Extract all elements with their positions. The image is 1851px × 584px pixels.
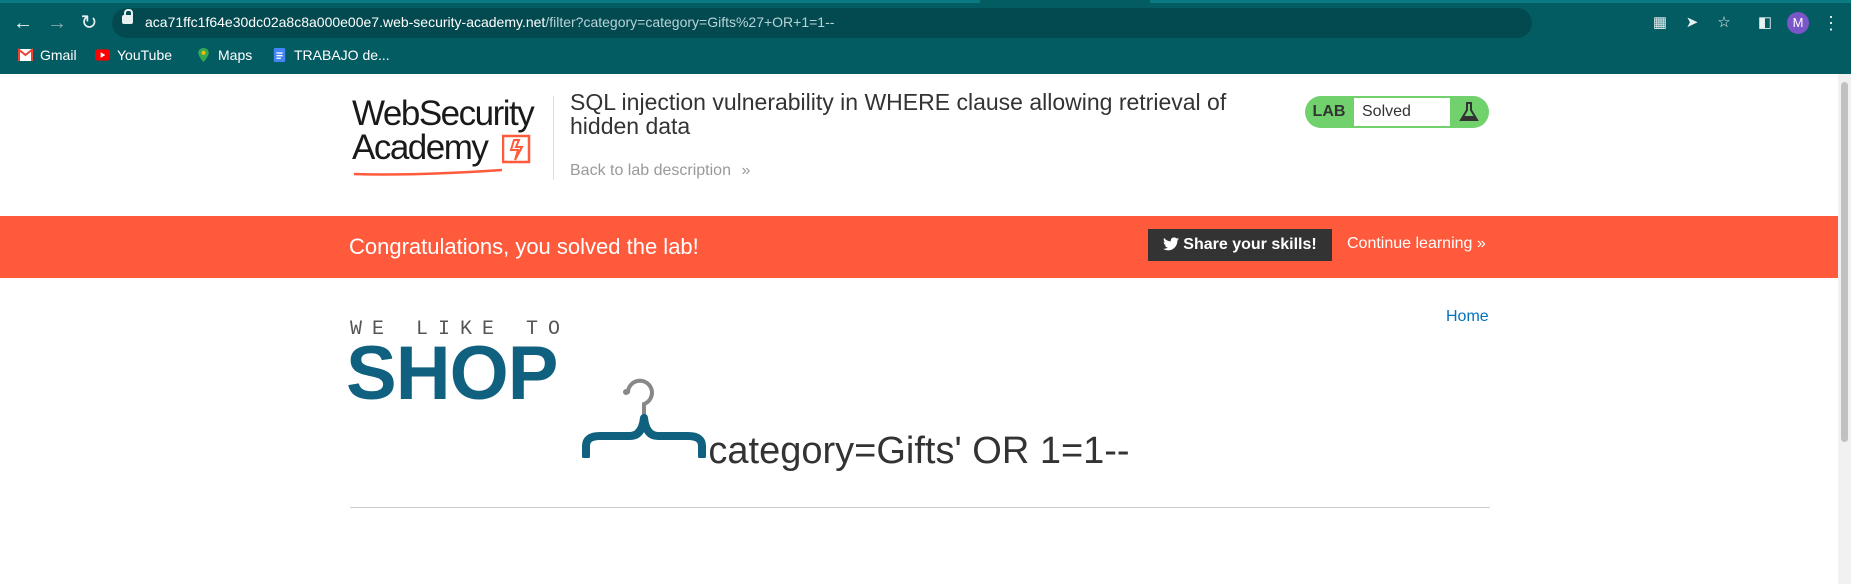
sidepanel-icon[interactable]: ◧ xyxy=(1754,12,1776,34)
browser-chrome: ← → ↻ aca71ffc1f64e30dc02a8c8a000e00e7.w… xyxy=(0,0,1851,74)
share-label: Share your skills! xyxy=(1183,236,1317,253)
gmail-icon xyxy=(18,48,33,61)
scrollbar-thumb[interactable] xyxy=(1841,82,1848,442)
menu-icon[interactable]: ⋮ xyxy=(1822,12,1840,34)
logo-line2: Academy xyxy=(352,128,489,167)
chevron-double-right-icon: » xyxy=(1476,235,1486,252)
bookmark-trabajo[interactable]: TRABAJO de... xyxy=(272,44,390,66)
logo-line1: WebSecurity xyxy=(352,94,535,133)
forward-icon[interactable]: → xyxy=(44,10,70,36)
lock-icon[interactable] xyxy=(122,9,133,24)
url-path: /filter?category=category=Gifts%27+OR+1=… xyxy=(545,14,835,30)
lab-status-badge: LAB Solved xyxy=(1305,96,1489,128)
lab-badge-label: LAB xyxy=(1312,103,1346,120)
home-link[interactable]: Home xyxy=(1446,308,1489,326)
content-divider xyxy=(350,507,1490,508)
bookmark-maps[interactable]: Maps xyxy=(196,44,252,66)
lab-status-text: Solved xyxy=(1354,98,1450,126)
url-text[interactable]: aca71ffc1f64e30dc02a8c8a000e00e7.web-sec… xyxy=(145,14,834,30)
send-icon[interactable]: ➤ xyxy=(1681,12,1703,34)
page-scrollbar[interactable] xyxy=(1838,74,1851,584)
back-link-label: Back to lab description xyxy=(570,162,731,179)
tab-strip-left xyxy=(0,0,980,3)
continue-learning-link[interactable]: Continue learning » xyxy=(1347,235,1486,253)
lab-title: SQL injection vulnerability in WHERE cla… xyxy=(570,89,1227,139)
youtube-icon xyxy=(95,49,110,61)
bookmark-label: Gmail xyxy=(40,47,77,63)
back-icon[interactable]: ← xyxy=(10,10,36,36)
translate-icon[interactable]: ▦ xyxy=(1649,12,1671,34)
twitter-icon xyxy=(1163,237,1180,251)
profile-avatar[interactable]: M xyxy=(1787,12,1809,34)
docs-icon xyxy=(273,48,286,62)
maps-icon xyxy=(198,48,209,62)
shop-wordmark: SHOP xyxy=(346,331,558,416)
star-icon[interactable]: ☆ xyxy=(1713,12,1735,34)
tab-strip-right xyxy=(1150,0,1851,3)
solved-message: Congratulations, you solved the lab! xyxy=(349,234,699,259)
back-to-lab-link[interactable]: Back to lab description » xyxy=(570,162,750,180)
bookmark-label: TRABAJO de... xyxy=(294,47,390,63)
bookmark-gmail[interactable]: Gmail xyxy=(18,44,77,66)
url-host: aca71ffc1f64e30dc02a8c8a000e00e7.web-sec… xyxy=(145,14,546,30)
bookmark-label: YouTube xyxy=(117,47,173,63)
search-result-heading: category=Gifts' OR 1=1-- xyxy=(708,430,1130,472)
bookmark-youtube[interactable]: YouTube xyxy=(95,44,172,66)
logo-underline xyxy=(353,168,503,176)
chevron-double-right-icon: » xyxy=(741,162,751,179)
share-skills-button[interactable]: Share your skills! xyxy=(1148,229,1332,261)
reload-icon[interactable]: ↻ xyxy=(76,10,102,36)
academy-logo[interactable]: WebSecurity Academy xyxy=(352,96,552,186)
header-divider xyxy=(553,96,554,180)
continue-label: Continue learning xyxy=(1347,235,1473,252)
flask-icon xyxy=(1459,102,1479,121)
bookmark-label: Maps xyxy=(218,47,253,63)
solved-banner: Congratulations, you solved the lab! Sha… xyxy=(0,216,1838,278)
logo-bolt-icon xyxy=(502,134,531,164)
